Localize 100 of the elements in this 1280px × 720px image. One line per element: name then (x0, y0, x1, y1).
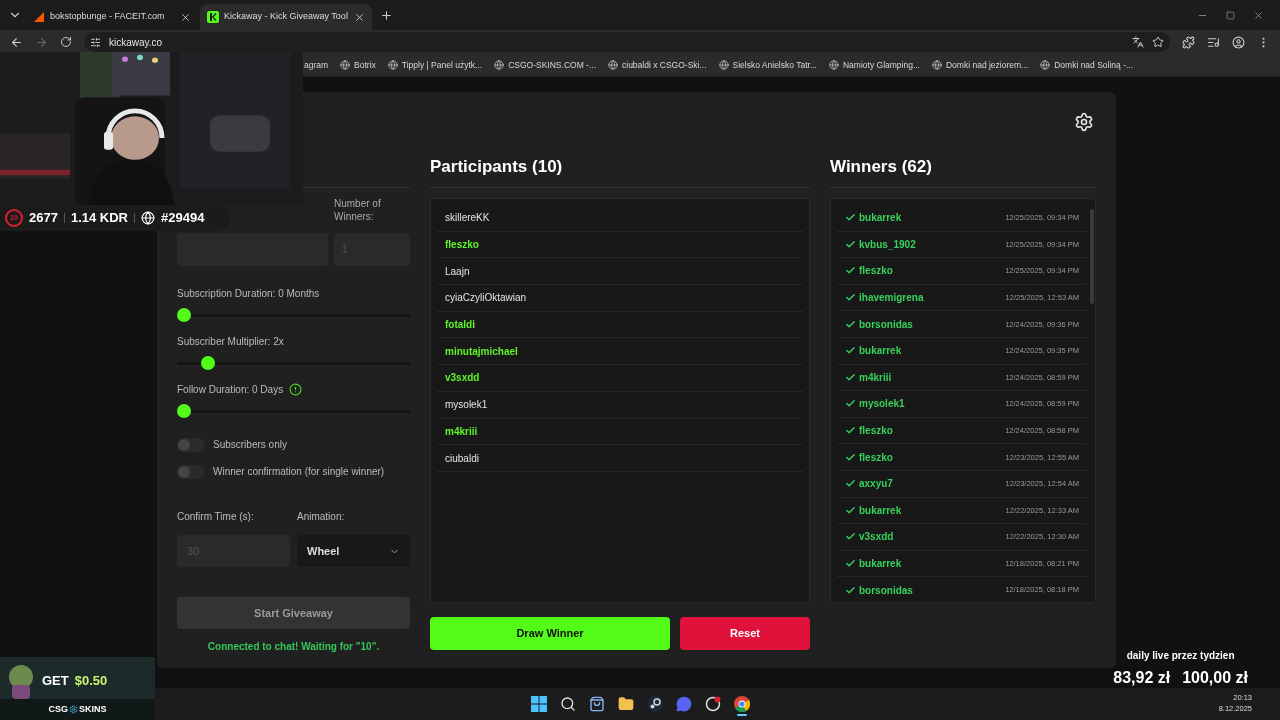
extensions-icon[interactable] (1182, 35, 1195, 49)
bookmark-star-icon[interactable] (1152, 36, 1164, 48)
animation-dropdown[interactable]: Wheel (297, 535, 410, 567)
forward-icon[interactable] (35, 35, 48, 49)
winner-name: bukarrek (859, 503, 903, 518)
participant-item: skillereKK (437, 205, 803, 232)
profile-icon[interactable] (1232, 35, 1245, 49)
new-tab-icon[interactable] (380, 8, 393, 22)
info-icon[interactable] (289, 382, 303, 396)
participant-item: mysolek1 (437, 391, 803, 419)
participant-item: minutajmichael (437, 338, 803, 366)
slider-track[interactable] (177, 356, 410, 370)
participants-title: Participants (10) (430, 156, 564, 178)
slider-thumb[interactable] (177, 404, 191, 418)
check-icon (845, 558, 856, 569)
ad-headline: GET (42, 671, 69, 690)
letter-favicon-icon (207, 11, 219, 23)
rank-value: #29494 (161, 209, 205, 228)
close-tab-icon[interactable] (354, 11, 365, 23)
site-info-icon[interactable] (90, 36, 101, 48)
bookmark[interactable]: Domki nad jeziorem... (932, 58, 1029, 72)
winners-title: Winners (62) (830, 156, 933, 178)
globe-icon (829, 60, 839, 70)
participant-item: cyiaCzyliOktawian (437, 285, 803, 312)
toggle-switch[interactable] (177, 437, 205, 452)
browser-tab[interactable]: Kickaway - Kick Giveaway Tool (200, 4, 372, 30)
globe-icon (608, 60, 618, 70)
goal-target: 100,00 zł (1182, 668, 1248, 688)
winner-name: m4kriii (859, 370, 893, 385)
draw-winner-button[interactable]: Draw Winner (430, 617, 670, 650)
app-icon[interactable] (704, 695, 721, 712)
bookmark[interactable]: Tipply | Panel użytk... (387, 58, 483, 72)
settings-icon[interactable] (1074, 112, 1094, 132)
bookmark[interactable]: Botrix (340, 58, 376, 72)
slider-track[interactable] (177, 308, 410, 322)
translate-icon[interactable] (1132, 36, 1144, 48)
goal-current: 83,92 zł (1113, 668, 1171, 688)
participant-item: Laajn (437, 258, 803, 286)
globe-icon (387, 60, 398, 70)
bag-icon[interactable] (588, 695, 605, 712)
winner-name: fleszko (859, 264, 894, 279)
winner-name: ihavemigrena (859, 291, 925, 306)
ad-amount: $0.50 (74, 671, 108, 690)
goal-title: daily live przez tydzien (1126, 649, 1235, 663)
bookmark[interactable]: Namioty Glamping... (829, 58, 920, 72)
media-icon[interactable] (1207, 35, 1220, 49)
globe-icon (1040, 60, 1051, 70)
winner-name: axxyu7 (859, 477, 894, 492)
globe-icon (932, 60, 942, 70)
windows-icon[interactable] (530, 695, 547, 712)
close-tab-icon[interactable] (180, 11, 191, 23)
address-bar[interactable]: kickaway.co (84, 32, 1170, 52)
check-icon (845, 318, 856, 330)
reload-icon[interactable] (60, 36, 72, 48)
globe-icon (718, 60, 729, 70)
kdr-value: 1.14 KDR (70, 209, 128, 228)
close-icon[interactable] (1253, 9, 1264, 21)
browser-tab[interactable]: bokstopbunge - FACEIT.com (26, 4, 198, 30)
bookmark[interactable]: ciubaldi x CSGO-Ski... (608, 58, 707, 72)
check-icon (845, 451, 856, 463)
participant-item: m4kriii (437, 418, 803, 446)
slider-track[interactable] (177, 404, 410, 418)
back-icon[interactable] (10, 35, 23, 49)
check-icon (845, 238, 856, 250)
toggle-label: Winner confirmation (for single winner) (213, 465, 385, 479)
toggle-switch[interactable] (177, 464, 205, 479)
bookmark[interactable]: Domki nad Soliną -... (1040, 58, 1134, 72)
check-icon (845, 371, 856, 383)
steam-icon[interactable] (646, 695, 663, 712)
status-message: Connected to chat! Waiting for "10". (206, 640, 381, 654)
folder-icon[interactable] (617, 695, 634, 712)
slider-label: Follow Duration: 0 Days (177, 382, 284, 397)
participant-item: v3sxdd (437, 365, 803, 392)
slider-thumb[interactable] (201, 356, 216, 370)
check-icon (845, 504, 856, 516)
winner-name: v3sxdd (859, 530, 895, 545)
winner-name: mysolek1 (859, 397, 906, 412)
bookmark[interactable]: Sielsko Anielsko Tatr... (718, 58, 817, 72)
globe-icon (494, 60, 505, 70)
winner-name: bukarrek (859, 344, 903, 359)
search-icon[interactable] (559, 695, 576, 712)
reset-button[interactable]: Reset (680, 617, 810, 650)
field-label: Number of Winners: (334, 197, 382, 224)
bookmark[interactable]: agram (304, 58, 329, 72)
monster-drawing (6, 662, 36, 699)
ad-brand: CSG (48, 702, 68, 716)
globe-icon (340, 60, 351, 70)
ad-brand: SKINS (79, 702, 107, 716)
bookmark[interactable]: CSGO-SKINS.COM -... (494, 58, 596, 72)
field-label: Confirm Time (s): (177, 510, 255, 524)
chrome-icon[interactable] (733, 695, 750, 712)
chat-bubble-icon[interactable] (675, 695, 692, 712)
participant-item: fleszko (437, 231, 803, 259)
gear-icon (69, 705, 78, 714)
slider-label: Subscriber Multiplier: 2x (177, 334, 284, 349)
winner-name: bukarrek (859, 557, 903, 571)
field-label: Animation: (297, 510, 346, 524)
slider-thumb[interactable] (177, 308, 191, 322)
winner-name: bukarrek (859, 211, 903, 226)
maximize-icon[interactable] (1226, 10, 1235, 20)
